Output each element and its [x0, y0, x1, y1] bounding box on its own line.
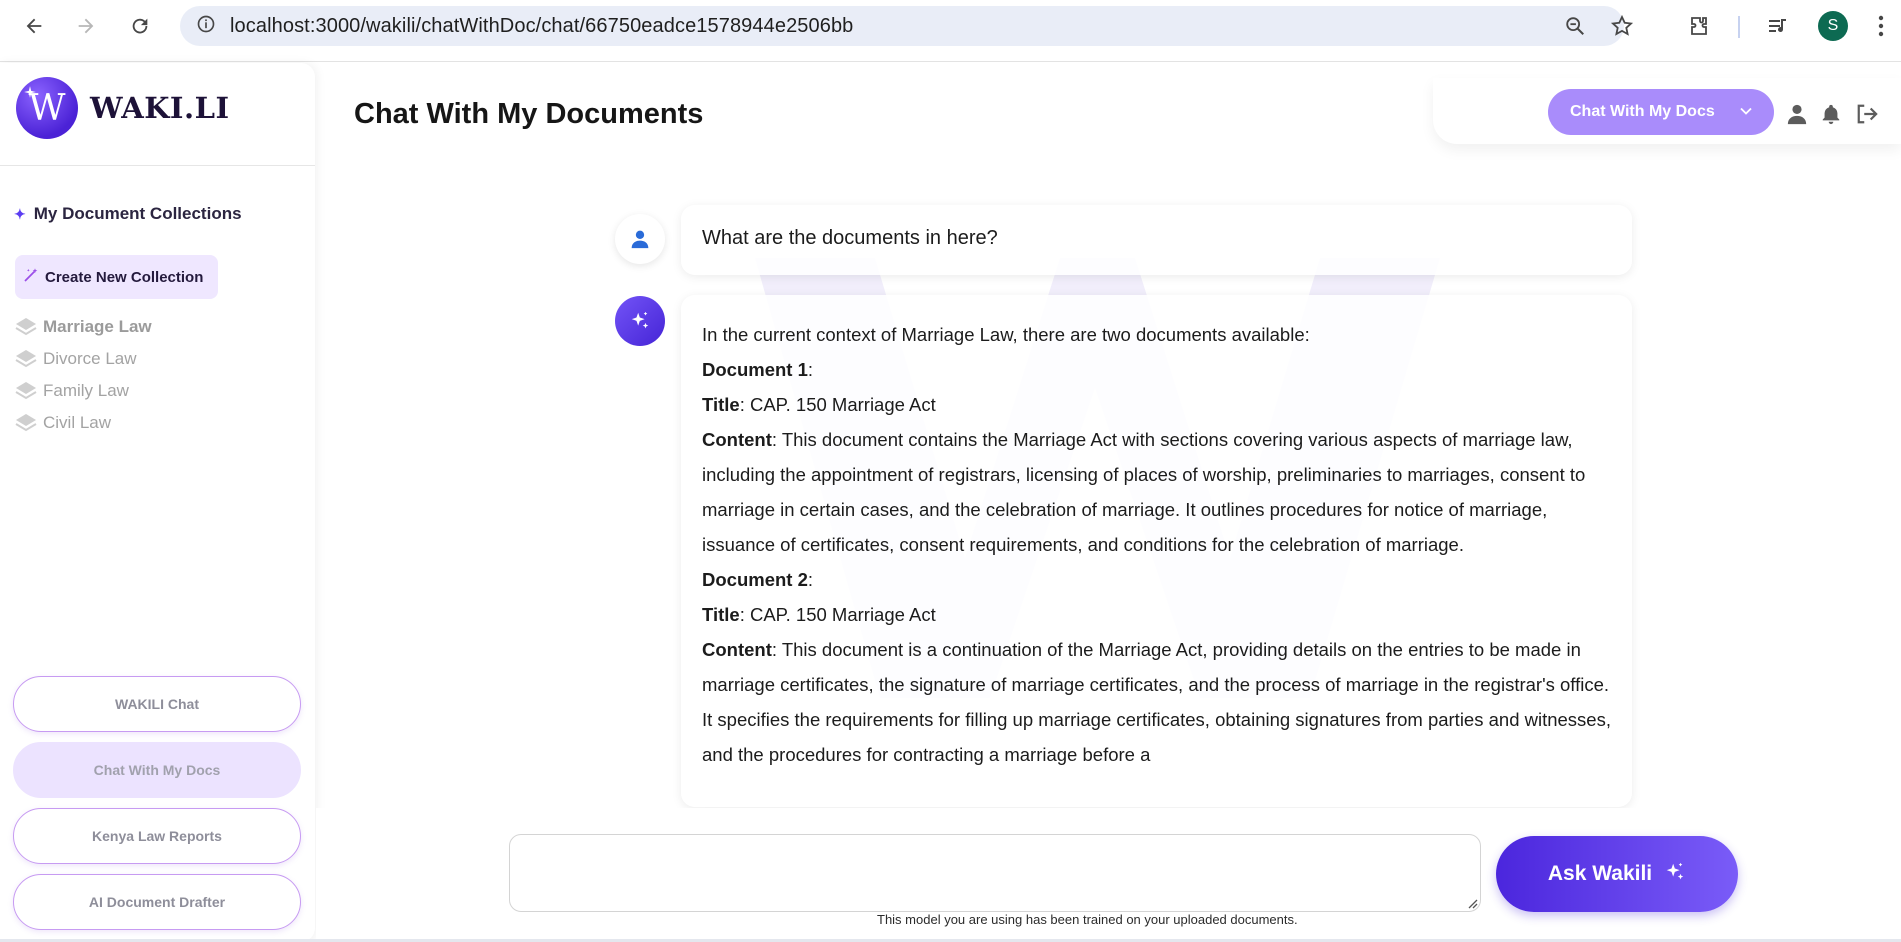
brand-name: WAKI.LI: [90, 91, 230, 125]
collection-label: Marriage Law: [43, 317, 152, 336]
create-collection-label: Create New Collection: [45, 268, 204, 286]
collection-list: Marriage Law Divorce Law Family Law Civi…: [14, 311, 152, 439]
sparkle-icon: [1664, 861, 1686, 888]
browser-toolbar: localhost:3000/wakili/chatWithDoc/chat/6…: [0, 0, 1901, 62]
brand[interactable]: W WAKI.LI: [16, 77, 230, 139]
collections-heading-label: My Document Collections: [33, 204, 242, 223]
disclaimer-text: This model you are using has been traine…: [877, 912, 1298, 927]
mode-dropdown[interactable]: Chat With My Docs: [1548, 89, 1774, 135]
collection-item-divorce-law[interactable]: Divorce Law: [14, 343, 152, 375]
content-value: : This document is a continuation of the…: [702, 639, 1611, 765]
magic-wand-icon: [23, 267, 39, 287]
profile-avatar[interactable]: S: [1818, 11, 1848, 41]
mode-dropdown-label: Chat With My Docs: [1570, 103, 1715, 120]
document-2-heading: Document 2:: [702, 569, 814, 590]
reload-icon[interactable]: [120, 6, 160, 46]
sidebar-nav-buttons: WAKILI Chat Chat With My Docs Kenya Law …: [13, 676, 301, 940]
assistant-intro: In the current context of Marriage Law, …: [702, 324, 1310, 345]
collection-label: Civil Law: [43, 413, 112, 432]
bookmark-star-icon[interactable]: [1602, 6, 1642, 46]
document-1-content: Content: This document contains the Marr…: [702, 422, 1611, 562]
document-heading: Document 2: [702, 569, 808, 590]
chevron-down-icon: [1740, 107, 1752, 115]
ask-button-label: Ask Wakili: [1547, 862, 1653, 885]
url-text: localhost:3000/wakili/chatWithDoc/chat/6…: [230, 14, 854, 37]
extensions-icon[interactable]: [1679, 6, 1719, 46]
site-info-icon[interactable]: [196, 14, 216, 38]
nav-ai-document-drafter-button[interactable]: AI Document Drafter: [13, 874, 301, 930]
nav-chat-with-docs-button[interactable]: Chat With My Docs: [13, 742, 301, 798]
ask-wakili-button[interactable]: Ask Wakili: [1496, 836, 1738, 912]
user-message-bubble: What are the documents in here?: [681, 205, 1632, 275]
layers-icon: [15, 350, 37, 368]
nav-wakili-chat-button[interactable]: WAKILI Chat: [13, 676, 301, 732]
layers-icon: [15, 318, 37, 336]
assistant-message-bubble: In the current context of Marriage Law, …: [681, 295, 1632, 807]
document-2-title: Title: CAP. 150 Marriage Act: [702, 597, 1611, 632]
document-heading: Document 1: [702, 359, 808, 380]
document-2-content: Content: This document is a continuation…: [702, 632, 1611, 772]
title-label: Title: [702, 604, 740, 625]
sidebar-divider: [0, 165, 315, 166]
wakili-logo-icon: W: [16, 77, 78, 139]
menu-kebab-icon[interactable]: [1866, 6, 1896, 46]
layers-icon: [15, 414, 37, 432]
collection-item-civil-law[interactable]: Civil Law: [14, 407, 152, 439]
toolbar-divider: [1738, 16, 1740, 38]
collections-heading: ✦ My Document Collections: [14, 204, 242, 224]
user-avatar-icon: [615, 214, 665, 264]
document-1-title: Title: CAP. 150 Marriage Act: [702, 387, 1611, 422]
content-label: Content: [702, 639, 772, 660]
title-label: Title: [702, 394, 740, 415]
chat-input[interactable]: [509, 834, 1481, 912]
sidebar: W WAKI.LI ✦ My Document Collections Crea…: [0, 63, 315, 942]
resize-grip-icon[interactable]: [1466, 897, 1478, 909]
collection-item-family-law[interactable]: Family Law: [14, 375, 152, 407]
sparkle-icon: ✦: [14, 205, 26, 222]
user-profile-icon[interactable]: [1784, 101, 1810, 127]
title-value: : CAP. 150 Marriage Act: [739, 604, 936, 625]
notification-bell-icon[interactable]: [1818, 101, 1844, 127]
document-1-heading: Document 1:: [702, 359, 814, 380]
collection-label: Family Law: [43, 381, 129, 400]
forward-arrow-icon[interactable]: [66, 6, 106, 46]
collection-item-marriage-law[interactable]: Marriage Law: [14, 311, 152, 343]
logout-icon[interactable]: [1854, 101, 1880, 127]
page-title: Chat With My Documents: [354, 98, 704, 130]
user-message-text: What are the documents in here?: [702, 227, 998, 249]
zoom-icon[interactable]: [1555, 6, 1595, 46]
content-value: : This document contains the Marriage Ac…: [702, 429, 1586, 555]
address-bar[interactable]: localhost:3000/wakili/chatWithDoc/chat/6…: [180, 6, 1624, 46]
assistant-avatar-icon: [615, 296, 665, 346]
content-label: Content: [702, 429, 772, 450]
nav-kenya-law-reports-button[interactable]: Kenya Law Reports: [13, 808, 301, 864]
create-collection-button[interactable]: Create New Collection: [15, 255, 218, 299]
title-value: : CAP. 150 Marriage Act: [739, 394, 936, 415]
back-arrow-icon[interactable]: [14, 6, 54, 46]
media-control-icon[interactable]: [1758, 6, 1798, 46]
layers-icon: [15, 382, 37, 400]
collection-label: Divorce Law: [43, 349, 137, 368]
